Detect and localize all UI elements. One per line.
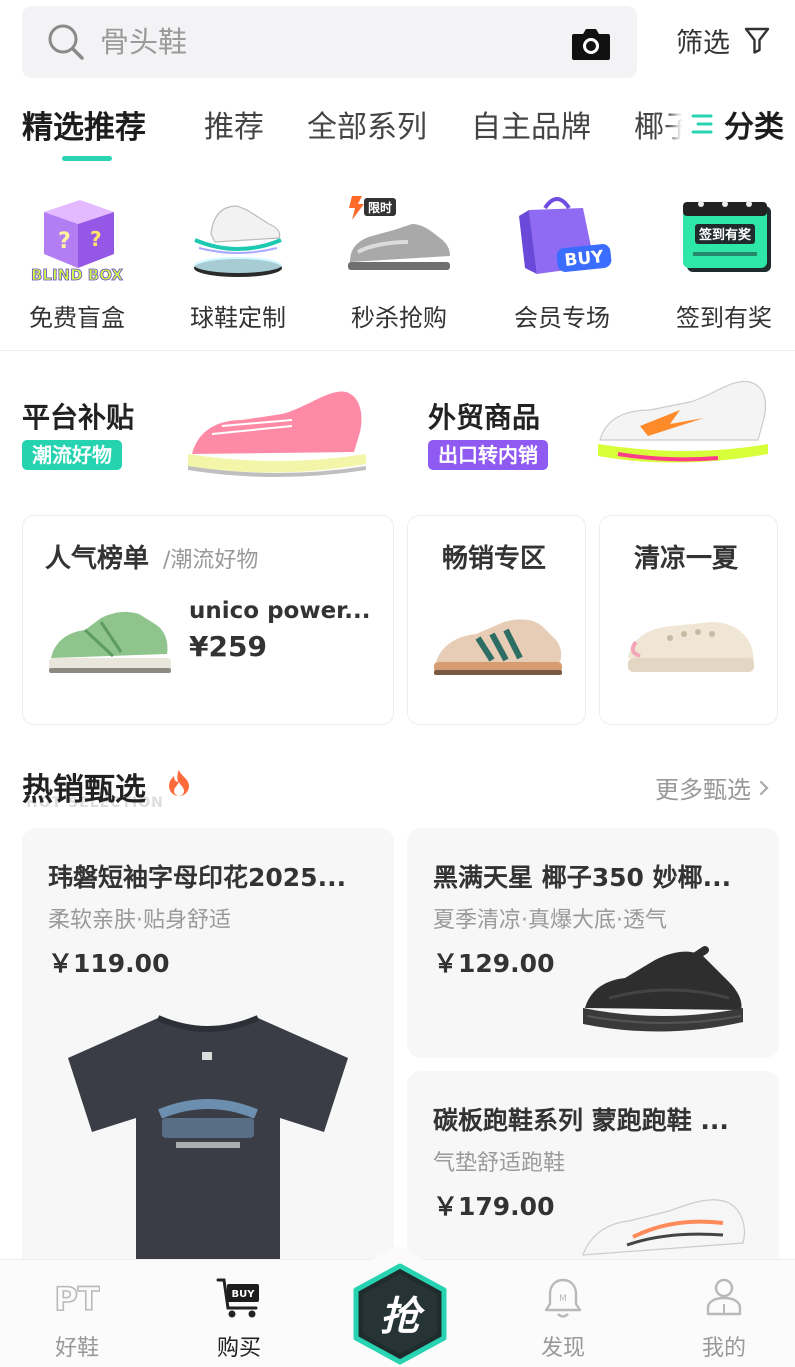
svg-text:BUY: BUY — [232, 1289, 256, 1300]
cart-icon: BUY — [216, 1278, 259, 1318]
quick-entry-checkin[interactable]: 签到有奖 签到有奖 — [649, 186, 795, 336]
ranking-product-name: unico power... — [189, 598, 371, 624]
nav-mine[interactable]: 我的 — [659, 1260, 789, 1367]
promo-title: 外贸商品 — [428, 401, 541, 434]
product-desc: 夏季清凉·真爆大底·透气 — [433, 908, 667, 933]
product-card[interactable]: 黑满天星 椰子350 妙椰... 夏季清凉·真爆大底·透气 ￥129.00 — [407, 828, 779, 1058]
quick-entry-row: ? ? BLIND BOX 免费盲盒 球鞋定制 限时 秒杀抢购 BUY 会员专场… — [0, 186, 795, 336]
tab-yeezy[interactable]: 椰子 — [634, 102, 682, 146]
grab-label: 抢 — [380, 1294, 426, 1340]
nav-label: 好鞋 — [54, 1336, 99, 1361]
nav-label: 购买 — [216, 1336, 261, 1361]
filter-icon — [744, 27, 770, 54]
chevron-right-icon — [759, 780, 769, 795]
nav-buy[interactable]: BUY 购买 — [174, 1260, 304, 1367]
summer-cool-card[interactable]: 清凉一夏 — [599, 515, 778, 725]
popular-ranking-card[interactable]: 人气榜单 /潮流好物 unico power... ¥259 — [22, 515, 394, 725]
svg-text:签到有奖: 签到有奖 — [698, 227, 752, 243]
svg-text:BLIND BOX: BLIND BOX — [31, 266, 123, 282]
sneaker-custom-icon — [194, 205, 282, 277]
shopping-bag-icon: BUY — [519, 197, 612, 274]
tab-featured[interactable]: 精选推荐 — [22, 102, 146, 147]
black-sneaker-image — [583, 946, 743, 1032]
ranking-subtitle: /潮流好物 — [163, 548, 259, 573]
svg-text:?: ? — [58, 229, 71, 254]
search-icon — [48, 24, 84, 60]
more-selection-link[interactable]: 更多甄选 — [655, 770, 771, 805]
tab-all-series[interactable]: 全部系列 — [307, 102, 427, 146]
svg-text:BUY: BUY — [564, 247, 606, 271]
product-price: ￥129.00 — [433, 949, 555, 978]
svg-text:?: ? — [90, 227, 102, 251]
tab-own-brand[interactable]: 自主品牌 — [471, 102, 591, 146]
quick-entry-label: 球鞋定制 — [190, 304, 286, 332]
search-bar[interactable] — [22, 6, 637, 78]
pt-icon: PT — [54, 1279, 100, 1319]
fire-icon — [169, 770, 189, 796]
promo-platform-subsidy[interactable]: 平台补贴 潮流好物 — [22, 370, 382, 490]
nav-discover[interactable]: M 发现 — [498, 1260, 628, 1367]
more-label: 更多甄选 — [655, 776, 751, 804]
nav-label: 发现 — [540, 1336, 585, 1361]
blind-box-icon: ? ? BLIND BOX — [31, 200, 124, 282]
summer-title: 清凉一夏 — [634, 544, 739, 574]
promo-tag: 潮流好物 — [22, 440, 122, 470]
quick-entry-custom[interactable]: 球鞋定制 — [163, 186, 313, 336]
carbon-running-shoe-image — [582, 1199, 746, 1256]
tab-recommend[interactable]: 推荐 — [204, 102, 264, 146]
camera-icon[interactable] — [570, 24, 612, 62]
list-icon — [691, 114, 713, 134]
green-sneaker-image — [49, 611, 171, 673]
category-label: 分类 — [724, 110, 784, 145]
quick-entry-label: 签到有奖 — [676, 304, 772, 332]
bestseller-card[interactable]: 畅销专区 — [407, 515, 586, 725]
clog-image — [628, 622, 754, 672]
category-button[interactable]: 分类 — [684, 96, 795, 152]
quick-entry-label: 秒杀抢购 — [351, 304, 447, 332]
grab-button[interactable]: 抢 — [348, 1262, 452, 1366]
filter-button[interactable]: 筛选 — [676, 20, 770, 60]
quick-entry-member[interactable]: BUY 会员专场 — [487, 186, 637, 336]
section-divider — [0, 350, 795, 351]
svg-text:PT: PT — [54, 1280, 99, 1318]
promo-title: 平台补贴 — [22, 401, 135, 434]
white-running-shoe-image — [598, 380, 768, 463]
pink-running-shoe-image — [188, 391, 366, 477]
bestseller-title: 畅销专区 — [442, 544, 547, 574]
product-price: ￥119.00 — [48, 949, 170, 978]
retro-sneaker-image — [434, 619, 562, 675]
svg-text:限时: 限时 — [368, 200, 392, 215]
promo-foreign-trade[interactable]: 外贸商品 出口转内销 — [428, 370, 788, 490]
product-desc: 气垫舒适跑鞋 — [433, 1151, 566, 1176]
svg-text:M: M — [559, 1294, 567, 1304]
tshirt-image — [68, 1015, 348, 1288]
ranking-title: 人气榜单 — [45, 544, 150, 574]
search-input[interactable] — [100, 22, 530, 62]
nav-good-shoes[interactable]: PT 好鞋 — [12, 1260, 142, 1367]
promo-tag: 出口转内销 — [428, 440, 548, 470]
product-desc: 柔软亲肤·贴身舒适 — [48, 908, 231, 933]
nav-label: 我的 — [701, 1336, 746, 1361]
filter-label: 筛选 — [676, 27, 730, 59]
quick-entry-flash-sale[interactable]: 限时 秒杀抢购 — [324, 186, 474, 336]
quick-entry-blind-box[interactable]: ? ? BLIND BOX 免费盲盒 — [2, 186, 152, 336]
product-name: 玮磐短袖字母印花2025... — [48, 863, 347, 892]
bell-icon: M — [544, 1278, 582, 1318]
quick-entry-label: 会员专场 — [514, 304, 610, 332]
tab-active-indicator — [62, 156, 112, 161]
profile-icon — [706, 1278, 742, 1316]
hot-title: 热销甄选 — [22, 772, 146, 808]
calendar-icon: 签到有奖 — [683, 201, 771, 272]
ranking-product-price: ¥259 — [189, 630, 267, 663]
category-tabs: 精选推荐 推荐 全部系列 自主品牌 椰子 分类 — [0, 96, 795, 166]
product-price: ￥179.00 — [433, 1192, 555, 1221]
quick-entry-label: 免费盲盒 — [29, 304, 125, 332]
flash-sale-icon: 限时 — [348, 196, 450, 270]
product-name: 黑满天星 椰子350 妙椰... — [433, 863, 732, 892]
product-card[interactable]: 玮磐短袖字母印花2025... 柔软亲肤·贴身舒适 ￥119.00 — [22, 828, 394, 1288]
product-name: 碳板跑鞋系列 蒙跑跑鞋 ... — [433, 1106, 729, 1135]
